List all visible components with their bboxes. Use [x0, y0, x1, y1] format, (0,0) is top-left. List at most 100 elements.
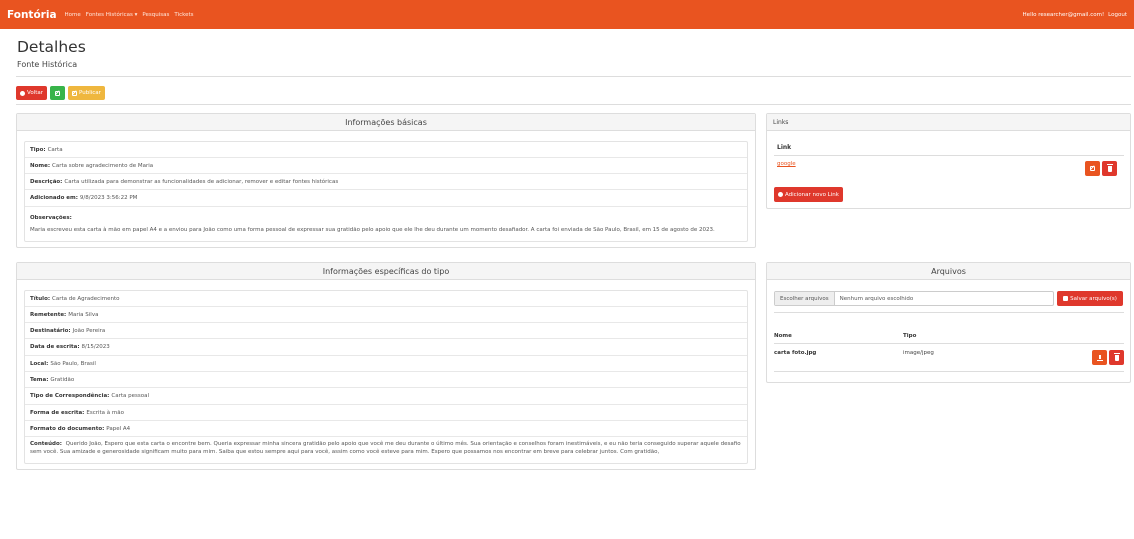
field-observacoes: Observações: Maria escreveu esta carta à…	[25, 207, 747, 241]
type-info-title: Informações específicas do tipo	[17, 263, 755, 280]
field-value: São Paulo, Brasil	[50, 360, 96, 367]
files-title: Arquivos	[767, 263, 1130, 280]
user-greeting[interactable]: Hello researcher@gmail.com!	[1023, 12, 1105, 18]
field-tipo: Tipo: Carta	[25, 142, 747, 158]
edit-button[interactable]	[50, 86, 66, 100]
download-icon	[1096, 354, 1103, 361]
page-title: Detalhes	[17, 38, 86, 56]
files-card: Arquivos Escolher arquivos Nenhum arquiv…	[766, 262, 1131, 383]
observations-text: Maria escreveu esta carta à mão em papel…	[30, 227, 715, 233]
links-title: Links	[767, 114, 1130, 131]
field-value: Papel A4	[106, 425, 131, 432]
field-label: Nome:	[30, 162, 51, 169]
delete-file-button[interactable]	[1109, 350, 1124, 365]
trash-icon	[1106, 163, 1113, 172]
trash-icon	[1113, 352, 1120, 361]
links-column-header: Link	[777, 144, 792, 151]
nav-fontes-historicas-dropdown[interactable]: Fontes Históricas ▾	[86, 12, 138, 18]
divider	[16, 104, 1131, 105]
field-local: Local: São Paulo, Brasil	[25, 356, 747, 372]
field-titulo: Título: Carta de Agradecimento	[25, 291, 747, 307]
navbar: Fontória Home Fontes Históricas ▾ Pesqui…	[0, 0, 1134, 29]
field-tipo-de-correspondencia: Tipo de Correspondência: Carta pessoal	[25, 388, 747, 405]
field-tema: Tema: Gratidão	[25, 372, 747, 388]
basic-info-list: Tipo: Carta Nome: Carta sobre agradecime…	[24, 141, 748, 242]
publish-button-label: Publicar	[79, 90, 101, 96]
save-files-button[interactable]: Salvar arquivo(s)	[1057, 291, 1123, 306]
field-label: Tipo:	[30, 146, 46, 153]
file-input[interactable]: Escolher arquivos Nenhum arquivo escolhi…	[774, 291, 1054, 306]
field-label: Destinatário:	[30, 327, 71, 334]
field-value: João Pereira	[72, 327, 106, 334]
field-value: Carta utilizada para demonstrar as funci…	[64, 178, 339, 185]
content-text: Querido João, Espero que esta carta o en…	[30, 441, 741, 455]
field-label: Forma de escrita:	[30, 409, 85, 416]
field-label: Observações:	[30, 215, 72, 221]
action-toolbar: Voltar Publicar	[16, 86, 105, 100]
field-forma-de-escrita: Forma de escrita: Escrita à mão	[25, 405, 747, 421]
no-file-chosen-text: Nenhum arquivo escolhido	[839, 295, 914, 302]
arrow-left-circle-icon	[20, 90, 25, 96]
add-link-button[interactable]: Adicionar novo Link	[774, 187, 843, 202]
field-label: Remetente:	[30, 311, 67, 318]
link-item[interactable]: google	[777, 161, 796, 167]
type-info-list: Título: Carta de Agradecimento Remetente…	[24, 290, 748, 464]
field-destinatario: Destinatário: João Pereira	[25, 323, 747, 339]
files-column-name: Nome	[774, 333, 792, 339]
files-column-type: Tipo	[903, 333, 917, 339]
field-value: Carta pessoal	[111, 393, 149, 399]
add-link-label: Adicionar novo Link	[785, 191, 839, 198]
field-value: 8/15/2023	[81, 344, 110, 350]
nav-pesquisas[interactable]: Pesquisas	[142, 12, 169, 18]
basic-info-title: Informações básicas	[17, 114, 755, 131]
file-name: carta foto.jpg	[774, 350, 817, 356]
nav-home[interactable]: Home	[65, 12, 81, 18]
field-nome: Nome: Carta sobre agradecimento de Maria	[25, 158, 747, 174]
back-button[interactable]: Voltar	[16, 86, 48, 100]
publish-button[interactable]: Publicar	[68, 86, 105, 100]
save-files-label: Salvar arquivo(s)	[1070, 295, 1117, 302]
field-data-de-escrita: Data de escrita: 8/15/2023	[25, 339, 747, 356]
navbar-user-area: Hello researcher@gmail.com! Logout	[1023, 12, 1127, 18]
field-value: Escrita à mão	[86, 409, 125, 416]
field-label: Conteúdo:	[30, 441, 62, 447]
type-info-card: Informações específicas do tipo Título: …	[16, 262, 756, 470]
field-conteudo: Conteúdo: Querido João, Espero que esta …	[25, 437, 747, 465]
field-value: Carta de Agradecimento	[52, 295, 120, 302]
choose-files-button[interactable]: Escolher arquivos	[775, 292, 835, 305]
divider	[774, 155, 1124, 156]
field-remetente: Remetente: Maria Silva	[25, 307, 747, 323]
field-value: Maria Silva	[68, 311, 99, 318]
field-label: Tipo de Correspondência:	[30, 393, 110, 399]
field-value: Carta sobre agradecimento de Maria	[52, 162, 154, 169]
download-file-button[interactable]	[1092, 350, 1107, 365]
basic-info-card: Informações básicas Tipo: Carta Nome: Ca…	[16, 113, 756, 248]
divider	[16, 76, 1131, 77]
field-descricao: Descrição: Carta utilizada para demonstr…	[25, 174, 747, 190]
field-label: Descrição:	[30, 178, 63, 185]
content-paragraph: Conteúdo: Querido João, Espero que esta …	[30, 440, 742, 456]
field-value: Gratidão	[50, 376, 75, 383]
divider	[774, 343, 1124, 344]
field-value: 9/8/2023 3:56:22 PM	[79, 195, 138, 201]
nav-tickets[interactable]: Tickets	[174, 12, 193, 18]
field-label: Adicionado em:	[30, 195, 78, 201]
edit-link-button[interactable]	[1085, 161, 1100, 176]
delete-link-button[interactable]	[1102, 161, 1117, 176]
field-label: Data de escrita:	[30, 344, 80, 350]
brand-logo[interactable]: Fontória	[7, 9, 57, 21]
divider	[774, 371, 1124, 372]
publish-icon	[72, 90, 78, 96]
edit-icon	[55, 90, 61, 96]
logout-link[interactable]: Logout	[1108, 12, 1127, 18]
links-card: Links Link google Adicionar novo Link	[766, 113, 1131, 209]
field-label: Título:	[30, 295, 51, 302]
page-header: Detalhes Fonte Histórica	[17, 38, 86, 69]
edit-icon	[1090, 166, 1095, 171]
plus-circle-icon	[778, 192, 783, 197]
page-subtitle: Fonte Histórica	[17, 60, 78, 69]
save-icon	[1063, 296, 1069, 301]
field-label: Local:	[30, 360, 49, 367]
back-button-label: Voltar	[27, 90, 44, 96]
field-label: Formato do documento:	[30, 425, 105, 432]
